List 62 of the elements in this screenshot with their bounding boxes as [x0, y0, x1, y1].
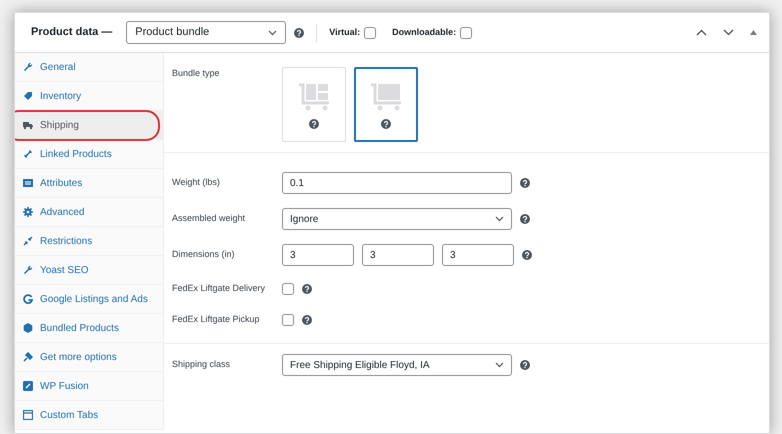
- chevron-up-icon[interactable]: [696, 29, 707, 36]
- sidebar-tab[interactable]: Shipping: [15, 111, 163, 140]
- field-label: Shipping class: [172, 358, 232, 372]
- panel-title: Product data —: [31, 25, 112, 40]
- wrench-icon: [23, 265, 33, 275]
- square-logo-icon: [23, 381, 33, 391]
- dimension-input[interactable]: 3: [362, 244, 434, 266]
- bundle-type-option[interactable]: [354, 67, 418, 142]
- letter-g-icon: [23, 294, 33, 304]
- help-icon: [294, 28, 304, 38]
- dimension-input[interactable]: 3: [282, 244, 354, 266]
- help-icon: [302, 284, 312, 294]
- select-field[interactable]: Ignore: [282, 208, 512, 230]
- checkbox[interactable]: [282, 314, 294, 326]
- help-icon: [522, 250, 532, 260]
- sidebar-tab[interactable]: Custom Tabs: [15, 401, 163, 430]
- sidebar-tab[interactable]: Google Listings and Ads: [15, 285, 163, 314]
- sidebar-tab[interactable]: General: [15, 53, 163, 82]
- checkbox[interactable]: [364, 26, 376, 38]
- cart-icon: [297, 80, 331, 110]
- option-label: Downloadable:: [392, 26, 456, 39]
- sidebar-tab[interactable]: Bundled Products: [15, 314, 163, 343]
- help-icon: [520, 360, 530, 370]
- sidebar-tab[interactable]: Restrictions: [15, 227, 163, 256]
- tag-icon: [23, 91, 33, 101]
- sidebar-tab[interactable]: Get more options: [15, 343, 163, 372]
- sidebar-tab[interactable]: WP Fusion: [15, 372, 163, 401]
- sidebar-tab[interactable]: Advanced: [15, 198, 163, 227]
- field-label: Assembled weight: [172, 212, 246, 226]
- field-label: FedEx Liftgate Pickup: [172, 312, 261, 326]
- checkbox[interactable]: [460, 26, 472, 38]
- help-icon: [309, 118, 319, 128]
- field-label: Dimensions (in): [172, 248, 236, 262]
- hexagon-icon: [23, 323, 33, 333]
- option-label: Virtual:: [329, 26, 360, 39]
- caret-icon: [268, 30, 278, 36]
- sidebar-tab[interactable]: Yoast SEO: [15, 256, 163, 285]
- help-icon: [520, 178, 530, 188]
- text-input[interactable]: 0.1: [282, 172, 512, 194]
- checkbox[interactable]: [282, 282, 294, 294]
- cart-icon: [369, 80, 403, 110]
- select-field[interactable]: Free Shipping Eligible Floyd, IA: [282, 354, 512, 376]
- sidebar-tab[interactable]: Linked Products: [15, 140, 163, 169]
- wrench-icon: [23, 62, 33, 72]
- gear-icon: [23, 207, 33, 217]
- collapse-triangle-icon[interactable]: [750, 30, 757, 35]
- truck-icon: [23, 120, 33, 130]
- sidebar-tab[interactable]: Attributes: [15, 169, 163, 198]
- chevron-down-icon[interactable]: [723, 29, 734, 36]
- help-icon: [381, 118, 391, 128]
- field-label: Bundle type: [172, 67, 221, 80]
- arrows-inward-icon: [23, 236, 33, 246]
- dimension-input[interactable]: 3: [442, 244, 514, 266]
- caret-icon: [495, 216, 504, 222]
- field-label: Weight (lbs): [172, 176, 221, 190]
- table-icon: [23, 178, 33, 188]
- caret-icon: [495, 362, 504, 368]
- help-icon: [520, 214, 530, 224]
- help-icon: [302, 314, 312, 324]
- product-type-select[interactable]: Product bundle: [126, 21, 286, 44]
- window-icon: [23, 410, 33, 420]
- field-label: FedEx Liftgate Delivery: [172, 282, 266, 295]
